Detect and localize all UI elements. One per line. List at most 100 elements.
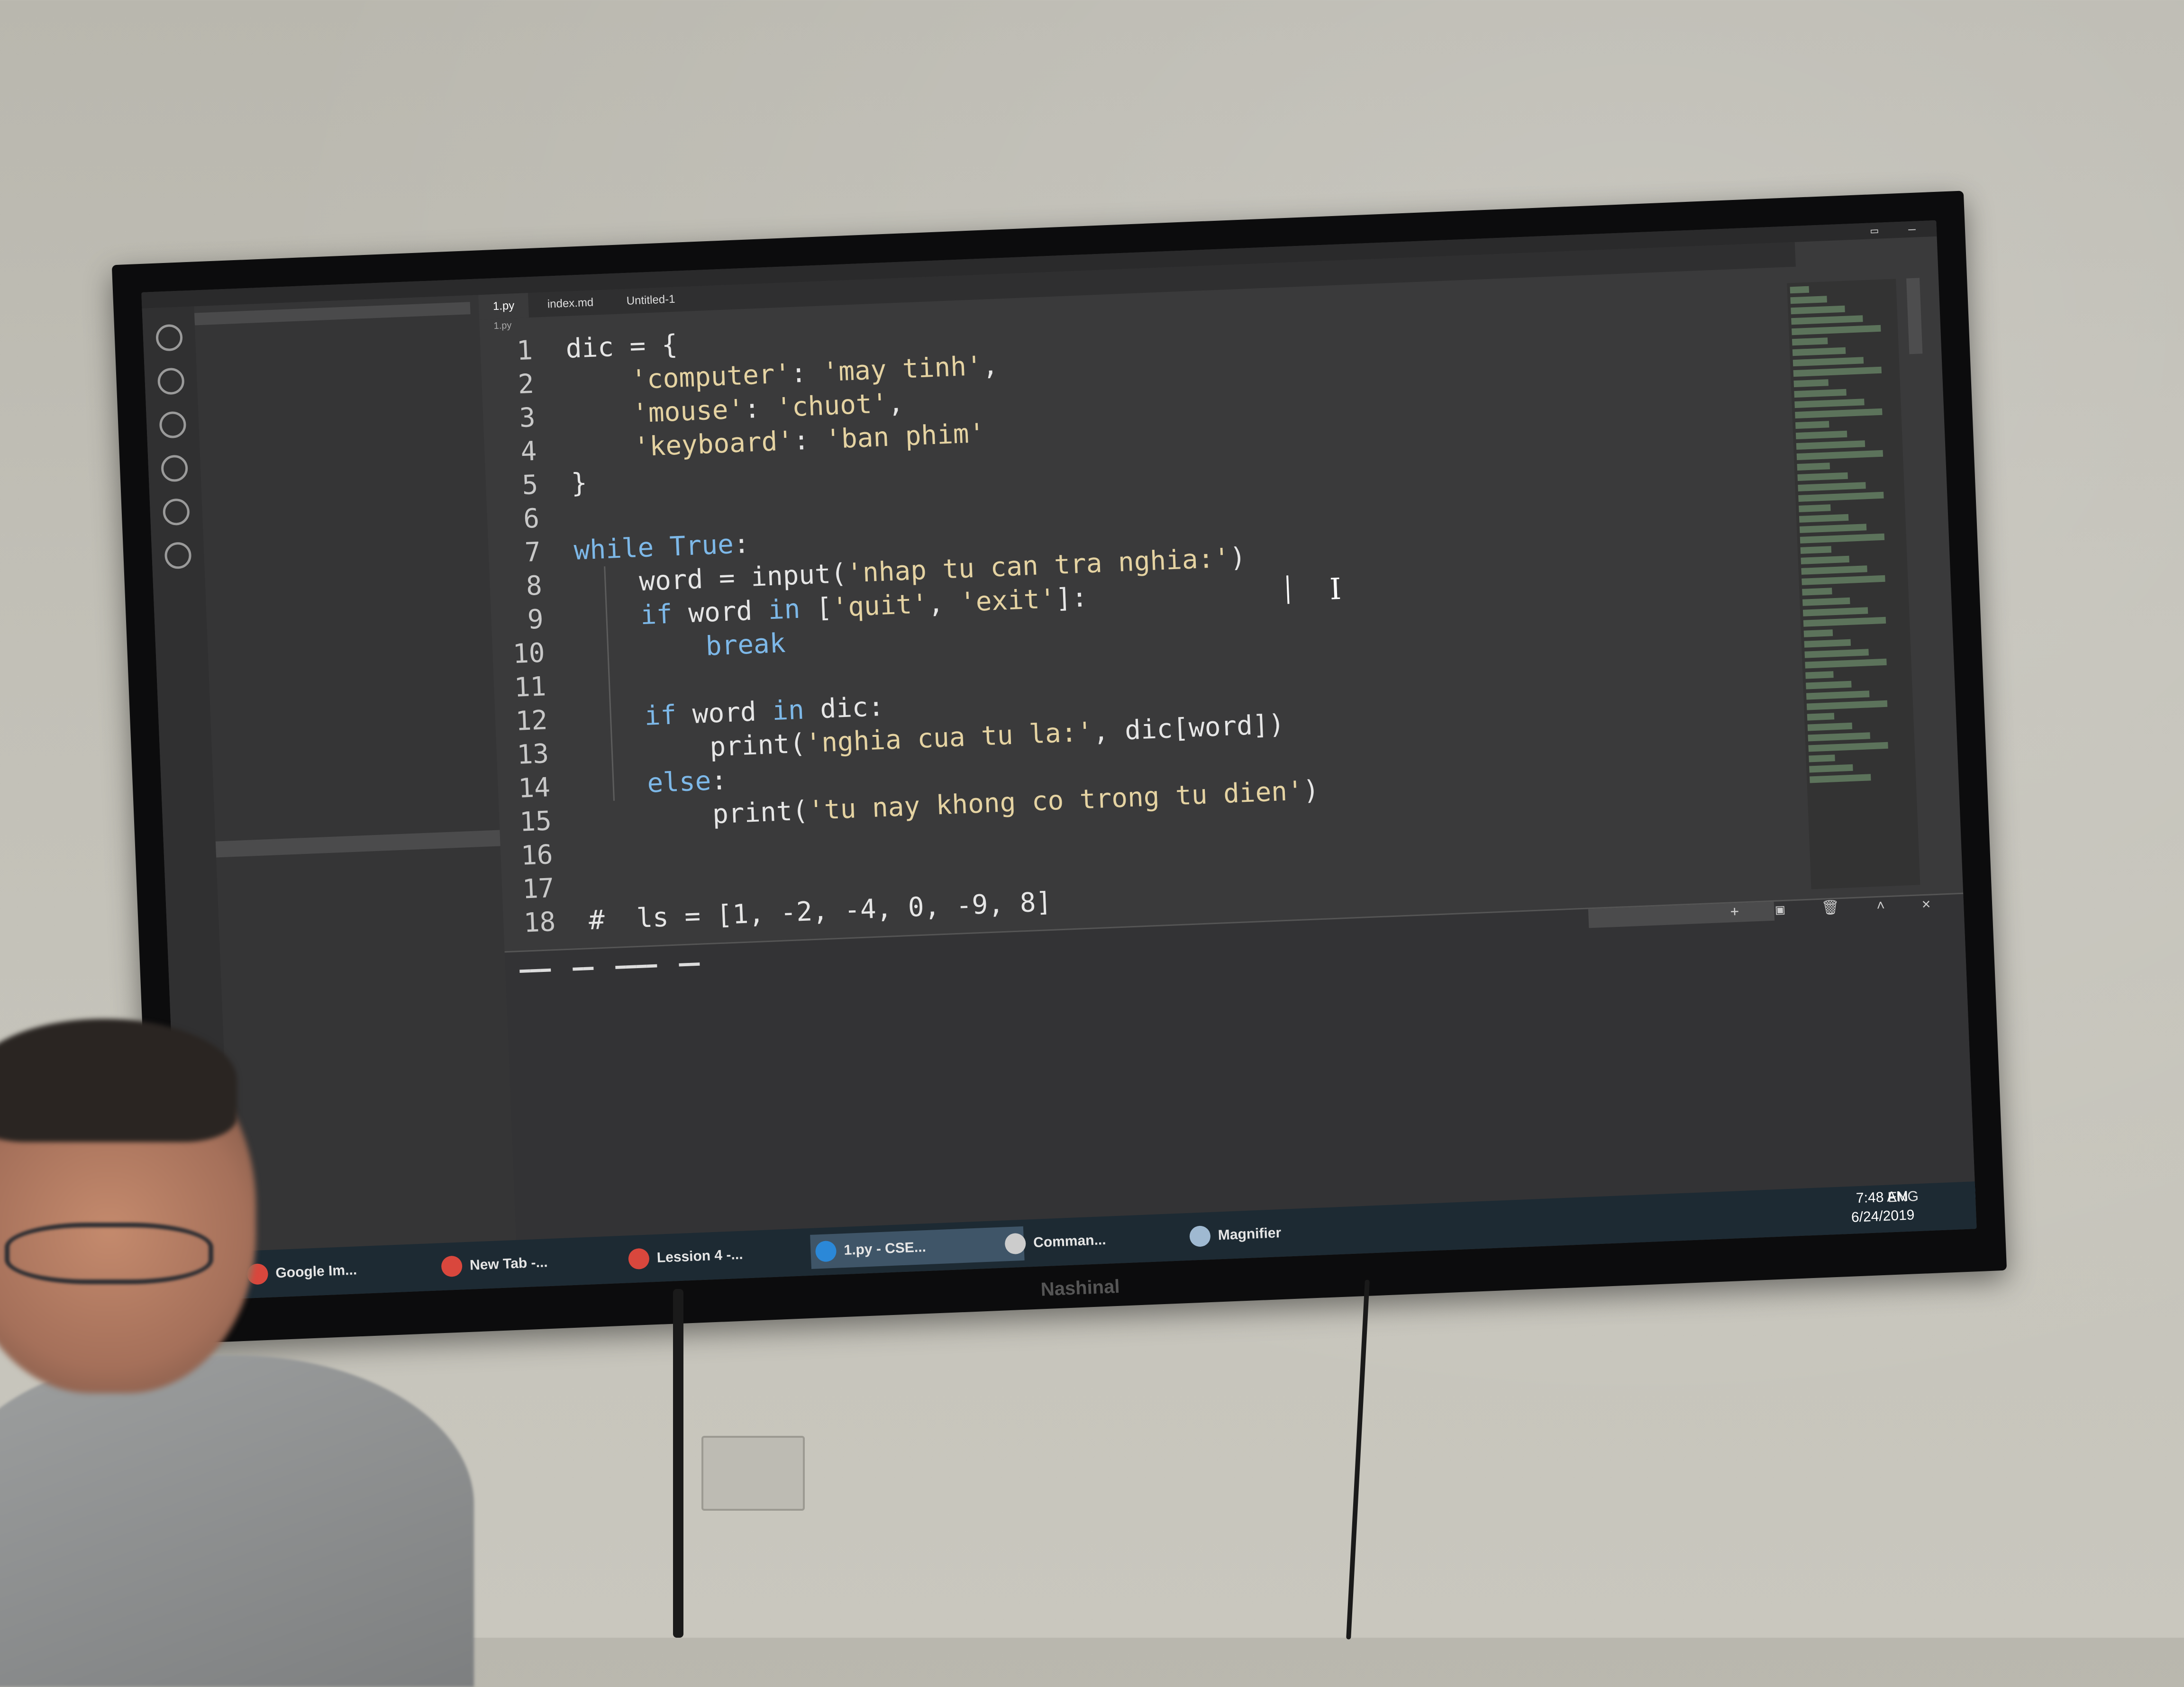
- minimap-line: [1794, 399, 1865, 408]
- tab-index[interactable]: index.md: [533, 290, 608, 317]
- monitor-screen: ▭ – 1.py index.md Untitled-1 1.py 1 dic =…: [141, 220, 1977, 1301]
- minimap-line: [1791, 315, 1863, 325]
- chrome-icon: [628, 1248, 650, 1270]
- minimap-line: [1808, 732, 1870, 742]
- line-number: 7: [524, 536, 542, 568]
- television: ▭ – 1.py index.md Untitled-1 1.py 1 dic =…: [111, 190, 2007, 1345]
- line-number: 2: [517, 368, 535, 400]
- minimap-line: [1791, 305, 1845, 315]
- line-number: 8: [525, 570, 543, 602]
- extensions-icon[interactable]: [162, 498, 190, 526]
- line-number: 17: [521, 872, 555, 905]
- minimap-line: [1795, 430, 1847, 440]
- minimap-line: [1809, 754, 1835, 762]
- minimap-line: [1810, 774, 1871, 783]
- minimap-line: [1790, 286, 1810, 294]
- minimap-line: [1800, 533, 1885, 544]
- minimap-line: [1801, 565, 1867, 575]
- breadcrumb[interactable]: 1.py: [493, 320, 512, 332]
- sidebar-item[interactable]: [209, 321, 472, 344]
- debug-icon[interactable]: [161, 454, 189, 482]
- minimap-line: [1793, 379, 1829, 388]
- minimap-line: [1803, 629, 1833, 637]
- tab-terminal[interactable]: ▬▬: [679, 956, 700, 970]
- sidebar-item[interactable]: [210, 340, 472, 363]
- code-editor[interactable]: 1 dic = {2 'computer': 'may tinh', 3 'mous…: [480, 283, 1820, 942]
- taskbar-item[interactable]: Comman...: [1000, 1219, 1205, 1261]
- line-number: 14: [518, 772, 551, 804]
- taskbar-item-label: 1.py - CSE...: [843, 1239, 927, 1259]
- tab-untitled[interactable]: Untitled-1: [612, 287, 690, 314]
- minimap-line: [1792, 325, 1881, 336]
- taskbar-item[interactable]: New Tab -...: [436, 1242, 646, 1284]
- line-number: 1: [516, 335, 534, 367]
- explorer-icon[interactable]: [155, 324, 183, 352]
- minimap-line: [1806, 700, 1888, 710]
- source-control-icon[interactable]: [159, 411, 187, 439]
- clock-date: 6/24/2019: [1851, 1207, 1915, 1225]
- minimap-line: [1798, 491, 1884, 502]
- minimap-line: [1797, 463, 1830, 471]
- tab-debug-console[interactable]: ▬▬▬▬: [615, 958, 657, 972]
- minimap-line: [1796, 450, 1884, 461]
- vscode-icon: [815, 1240, 837, 1262]
- minimap-line: [1794, 389, 1847, 398]
- minimap-line: [1790, 296, 1827, 304]
- taskbar-item-label: New Tab -...: [469, 1254, 548, 1273]
- window-controls[interactable]: ▭ –: [1870, 222, 1927, 238]
- line-number: 6: [523, 503, 540, 535]
- line-number: 5: [521, 469, 539, 501]
- line-number: 10: [512, 637, 546, 670]
- panel-controls[interactable]: + ▣ 🗑 ˄ ✕: [1730, 895, 1945, 921]
- minimap-line: [1805, 658, 1887, 669]
- minimap-line: [1802, 607, 1868, 617]
- minimap-line: [1804, 639, 1851, 648]
- magnifier-icon: [1189, 1225, 1211, 1247]
- search-icon[interactable]: [157, 367, 185, 395]
- tv-brand-logo: Nashinal: [1040, 1276, 1120, 1300]
- minimap-line: [1793, 357, 1864, 367]
- clock[interactable]: 7:48 AM 6/24/2019: [1850, 1187, 1915, 1227]
- chrome-icon: [441, 1255, 463, 1278]
- person-shirt: [0, 1355, 474, 1687]
- minimap-line: [1802, 597, 1850, 606]
- minimap-line: [1799, 504, 1831, 512]
- taskbar-item[interactable]: Magnifier: [1184, 1213, 1371, 1254]
- minimap-line: [1808, 742, 1888, 752]
- panel-tabs: ▬▬▬ ▬▬ ▬▬▬▬ ▬▬: [519, 955, 719, 976]
- line-number: 15: [519, 806, 552, 838]
- tab-problems[interactable]: ▬▬▬: [519, 962, 551, 976]
- taskbar-item-label: Magnifier: [1218, 1225, 1282, 1243]
- tab-1py[interactable]: 1.py: [478, 293, 529, 320]
- code-text[interactable]: else:: [582, 763, 728, 803]
- minimap-line: [1795, 408, 1883, 419]
- minimap-line: [1803, 617, 1886, 627]
- minimap-line: [1800, 546, 1832, 554]
- minimap-line: [1807, 713, 1835, 721]
- code-text[interactable]: dic = {: [565, 328, 678, 366]
- line-number: 3: [519, 402, 536, 434]
- minimap-line: [1797, 472, 1848, 481]
- remote-icon[interactable]: [164, 542, 192, 570]
- minimap-line: [1806, 690, 1870, 700]
- tab-output[interactable]: ▬▬: [573, 961, 594, 974]
- minimap-line: [1802, 575, 1885, 585]
- clock-time: 7:48 AM: [1856, 1188, 1909, 1206]
- line-number: 18: [523, 906, 556, 939]
- outline-section[interactable]: [215, 830, 500, 858]
- code-text[interactable]: }: [571, 466, 588, 500]
- taskbar-item[interactable]: Lession 4 -...: [623, 1234, 833, 1277]
- minimap-line: [1806, 680, 1852, 689]
- minimap-line: [1792, 347, 1846, 356]
- taskbar-item-label: Google Im...: [275, 1262, 357, 1281]
- minimap-line: [1805, 671, 1834, 679]
- minimap-line: [1798, 482, 1866, 491]
- minimap-line: [1801, 555, 1849, 564]
- line-number: 11: [513, 671, 547, 703]
- ibeam-pointer-icon: I: [1329, 571, 1342, 607]
- editor-scrollbar[interactable]: [1906, 278, 1923, 354]
- taskbar-item[interactable]: Google Im...: [242, 1249, 456, 1292]
- minimap-line: [1799, 514, 1849, 523]
- taskbar-item[interactable]: 1.py - CSE...: [810, 1226, 1025, 1269]
- minimap-line: [1807, 722, 1853, 731]
